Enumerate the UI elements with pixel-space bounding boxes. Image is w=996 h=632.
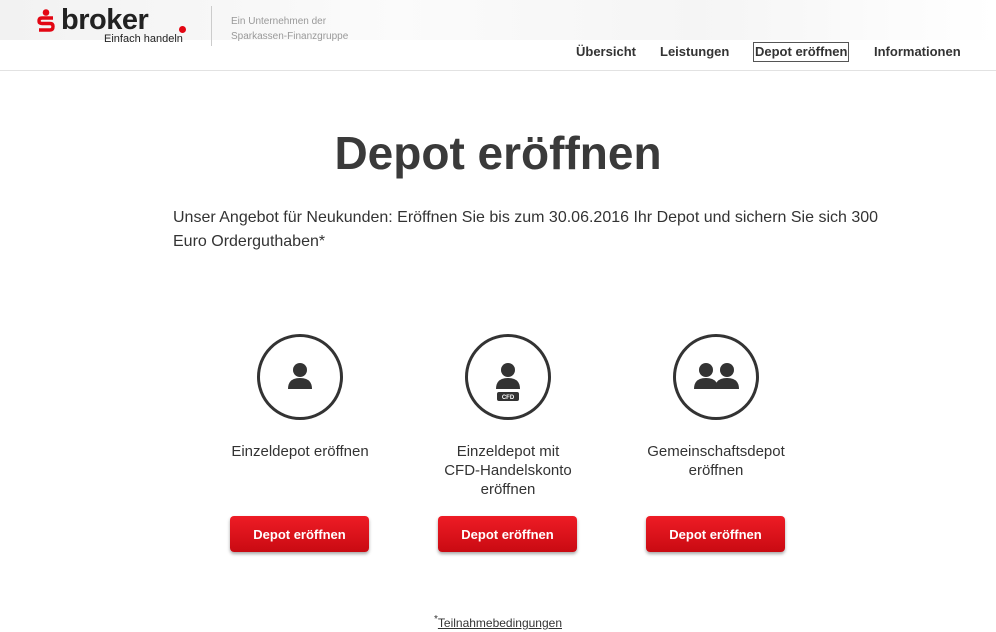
sbroker-logo[interactable]: broker Einfach handeln	[36, 4, 206, 46]
sparkasse-s-icon	[37, 9, 55, 32]
option-label: Einzeldepot mit CFD-Handelskonto eröffne…	[408, 442, 608, 499]
option-label-line: CFD-Handelskonto	[444, 462, 572, 479]
intro-line-2: Euro Orderguthaben*	[173, 233, 326, 250]
conditions-link[interactable]: Teilnahmebedingungen	[438, 616, 562, 630]
logo-wordmark: broker	[61, 4, 149, 36]
logo-divider	[211, 6, 212, 46]
option-icon-circle: CFD	[465, 334, 551, 420]
open-einzeldepot-button[interactable]: Depot eröffnen	[230, 516, 369, 552]
option-label: Einzeldepot eröffnen	[200, 442, 400, 461]
intro-text: Unser Angebot für Neukunden: Eröffnen Si…	[173, 206, 893, 254]
open-cfd-depot-button[interactable]: Depot eröffnen	[438, 516, 577, 552]
nav-item-depot-eroeffnen[interactable]: Depot eröffnen	[753, 42, 850, 62]
cfd-badge: CFD	[502, 395, 515, 401]
option-label-line: Einzeldepot mit	[456, 443, 560, 460]
main-nav: Übersicht Leistungen Depot eröffnen Info…	[0, 42, 996, 63]
logo-dot	[179, 26, 186, 33]
nav-item-leistungen[interactable]: Leistungen	[660, 43, 729, 61]
group-line-2: Sparkassen-Finanzgruppe	[231, 31, 349, 42]
nav-item-uebersicht[interactable]: Übersicht	[576, 43, 636, 61]
group-affiliation: Ein Unternehmen der Sparkassen-Finanzgru…	[231, 14, 348, 44]
page-title: Depot eröffnen	[334, 127, 662, 179]
option-label-line: eröffnen	[688, 462, 744, 479]
footnote: *Teilnahmebedingungen	[0, 614, 996, 630]
open-gemeinschaftsdepot-button[interactable]: Depot eröffnen	[646, 516, 785, 552]
option-label-line: Gemeinschaftsdepot	[647, 443, 785, 460]
option-label: Gemeinschaftsdepot eröffnen	[616, 442, 816, 480]
site-header: broker Einfach handeln Ein Unternehmen d…	[0, 0, 996, 71]
group-line-1: Ein Unternehmen der	[231, 16, 327, 27]
option-icon-circle	[673, 334, 759, 420]
intro-line-1: Unser Angebot für Neukunden: Eröffnen Si…	[173, 209, 879, 226]
option-label-line: eröffnen	[480, 481, 536, 498]
nav-item-informationen[interactable]: Informationen	[874, 43, 961, 61]
person-cfd-icon: CFD	[496, 363, 520, 401]
option-label-line: Einzeldepot eröffnen	[231, 443, 369, 460]
option-icon-circle	[257, 334, 343, 420]
two-persons-icon	[694, 363, 739, 389]
person-icon	[288, 363, 312, 389]
